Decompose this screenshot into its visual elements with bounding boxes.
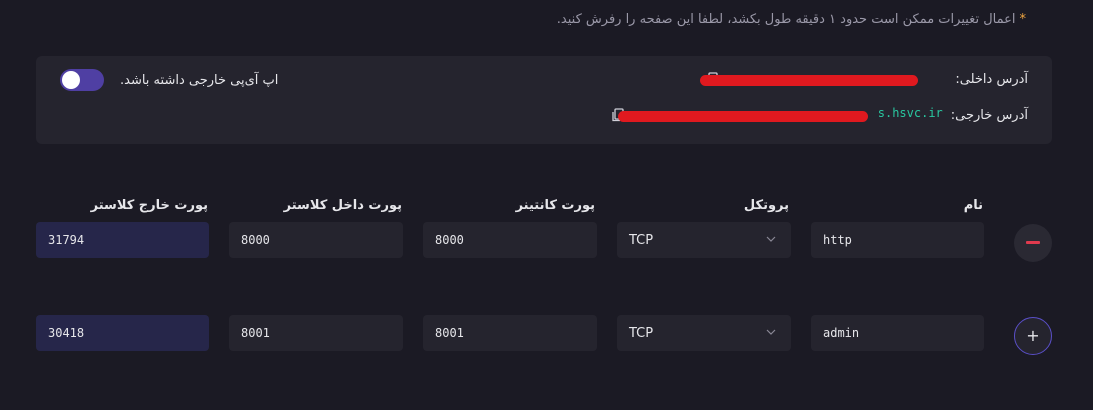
protocol-select[interactable]: TCP bbox=[617, 315, 791, 351]
protocol-select-value: TCP bbox=[629, 232, 654, 248]
chevron-down-icon bbox=[766, 329, 776, 335]
container-port-input[interactable]: 8000 bbox=[423, 222, 597, 258]
toggle-knob bbox=[62, 71, 80, 89]
external-address-label: آدرس خارجی: bbox=[950, 107, 1028, 123]
external-address-row: آدرس خارجی: s.hsvc.ir bbox=[611, 106, 1028, 124]
column-header-protocol: پروتکل bbox=[743, 198, 789, 213]
external-port-field: 31794 bbox=[36, 222, 209, 258]
remove-port-button[interactable] bbox=[1014, 224, 1052, 262]
internal-address-row: آدرس داخلی: bbox=[700, 70, 1028, 88]
redaction-mark bbox=[618, 111, 868, 122]
redaction-mark bbox=[700, 75, 918, 86]
external-ip-toggle[interactable] bbox=[60, 69, 104, 91]
address-card: آدرس داخلی: آدرس خارجی: s.hsvc.ir اپ آی‌… bbox=[36, 56, 1052, 144]
notice-text: اعمال تغییرات ممکن است حدود ۱ دقیقه طول … bbox=[556, 12, 1016, 27]
port-name-input[interactable]: admin bbox=[811, 315, 984, 351]
cluster-port-input[interactable]: 8001 bbox=[229, 315, 403, 351]
column-header-external-port: پورت خارج کلاستر bbox=[90, 198, 208, 213]
minus-icon bbox=[1026, 241, 1040, 244]
add-port-button[interactable]: + bbox=[1014, 317, 1052, 355]
protocol-select-value: TCP bbox=[629, 325, 654, 341]
plus-icon: + bbox=[1026, 326, 1040, 345]
column-header-cluster-port: پورت داخل کلاستر bbox=[283, 198, 402, 213]
cluster-port-input[interactable]: 8000 bbox=[229, 222, 403, 258]
external-ip-toggle-row: اپ آی‌پی خارجی داشته باشد. bbox=[60, 69, 278, 91]
notice-star: * bbox=[1019, 12, 1027, 27]
external-port-field: 30418 bbox=[36, 315, 209, 351]
refresh-notice: *اعمال تغییرات ممکن است حدود ۱ دقیقه طول… bbox=[557, 12, 1026, 27]
column-header-container-port: پورت کانتینر bbox=[515, 198, 595, 213]
external-ip-toggle-label: اپ آی‌پی خارجی داشته باشد. bbox=[120, 72, 279, 88]
chevron-down-icon bbox=[766, 236, 776, 242]
internal-address-label: آدرس داخلی: bbox=[955, 71, 1028, 87]
container-port-input[interactable]: 8001 bbox=[423, 315, 597, 351]
protocol-select[interactable]: TCP bbox=[617, 222, 791, 258]
column-header-name: نام bbox=[963, 198, 983, 213]
port-name-input[interactable]: http bbox=[811, 222, 984, 258]
